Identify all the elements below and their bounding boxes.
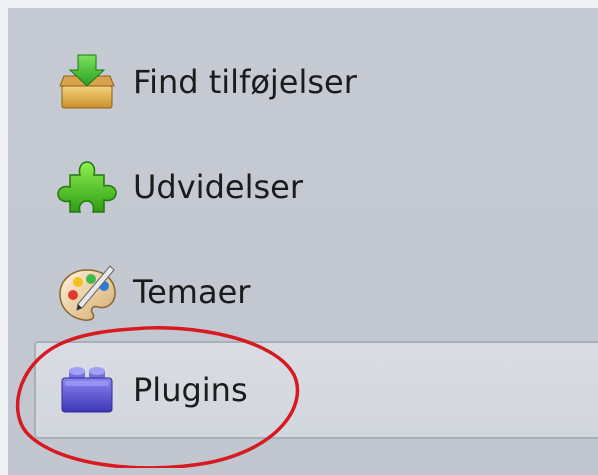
sidebar-item-find-addons[interactable]: Find tilføjelser — [8, 34, 598, 138]
download-box-icon — [56, 52, 118, 114]
sidebar-item-plugins[interactable]: Plugins — [34, 341, 598, 439]
sidebar-item-label: Find tilføjelser — [133, 63, 357, 101]
lego-brick-icon — [56, 359, 118, 421]
sidebar-item-label: Temaer — [133, 273, 251, 311]
sidebar-item-label: Plugins — [133, 371, 248, 409]
paint-palette-icon — [56, 262, 118, 324]
addons-sidebar: Find tilføjelser Udvidelser Temaer Plugi… — [8, 8, 598, 475]
sidebar-item-extensions[interactable]: Udvidelser — [8, 139, 598, 243]
sidebar-item-label: Udvidelser — [133, 168, 303, 206]
puzzle-piece-icon — [56, 157, 118, 219]
sidebar-item-themes[interactable]: Temaer — [8, 244, 598, 348]
